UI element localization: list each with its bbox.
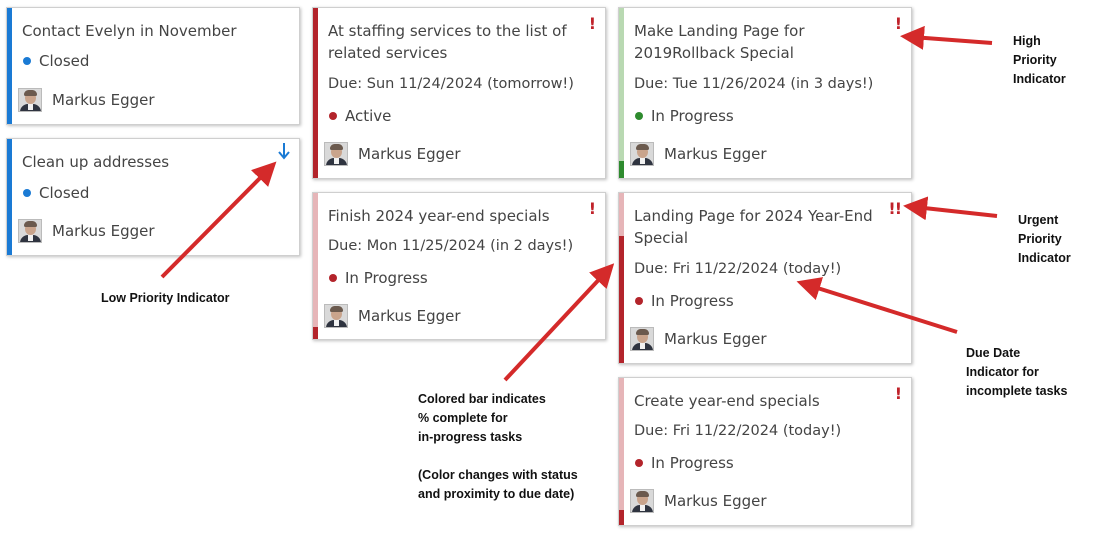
annotation-urgent-priority: Urgent Priority Indicator xyxy=(1018,213,1071,265)
annotation-low-priority: Low Priority Indicator xyxy=(101,291,230,305)
due-date-arrow xyxy=(796,277,958,334)
annotation-high-priority: High Priority Indicator xyxy=(1013,34,1066,86)
high-priority-arrow xyxy=(900,25,993,50)
low-priority-arrow xyxy=(160,161,277,279)
annotation-due-date: Due Date Indicator for incomplete tasks xyxy=(966,346,1068,398)
annotation-colored-bar: Colored bar indicates % complete for in-… xyxy=(418,392,578,501)
urgent-priority-arrow xyxy=(903,196,998,221)
colored-bar-arrow xyxy=(503,263,615,382)
